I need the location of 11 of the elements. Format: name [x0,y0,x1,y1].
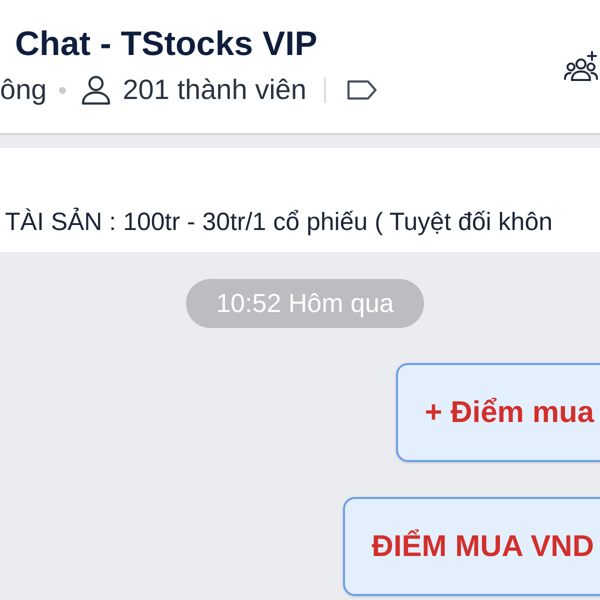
add-member-icon[interactable] [564,50,598,82]
member-count[interactable]: 201 thành viên [122,69,306,111]
pinned-message-bar[interactable]: TÀI SẢN : 100tr - 30tr/1 cổ phiếu ( Tuyệt đối khôn [0,148,600,252]
tag-icon[interactable] [346,79,378,101]
message-bubble[interactable]: ĐIỂM MUA VND [342,497,600,596]
timestamp-label: 10:52 Hôm qua [186,279,424,328]
status-text: ông [0,73,47,107]
chat-title: Chat - TStocks VIP [15,24,318,64]
person-icon [80,75,111,105]
message-bubble[interactable]: + Điểm mua [396,363,600,462]
pinned-message-text: TÀI SẢN : 100tr - 30tr/1 cổ phiếu ( Tuyệt đối khôn [4,207,552,237]
